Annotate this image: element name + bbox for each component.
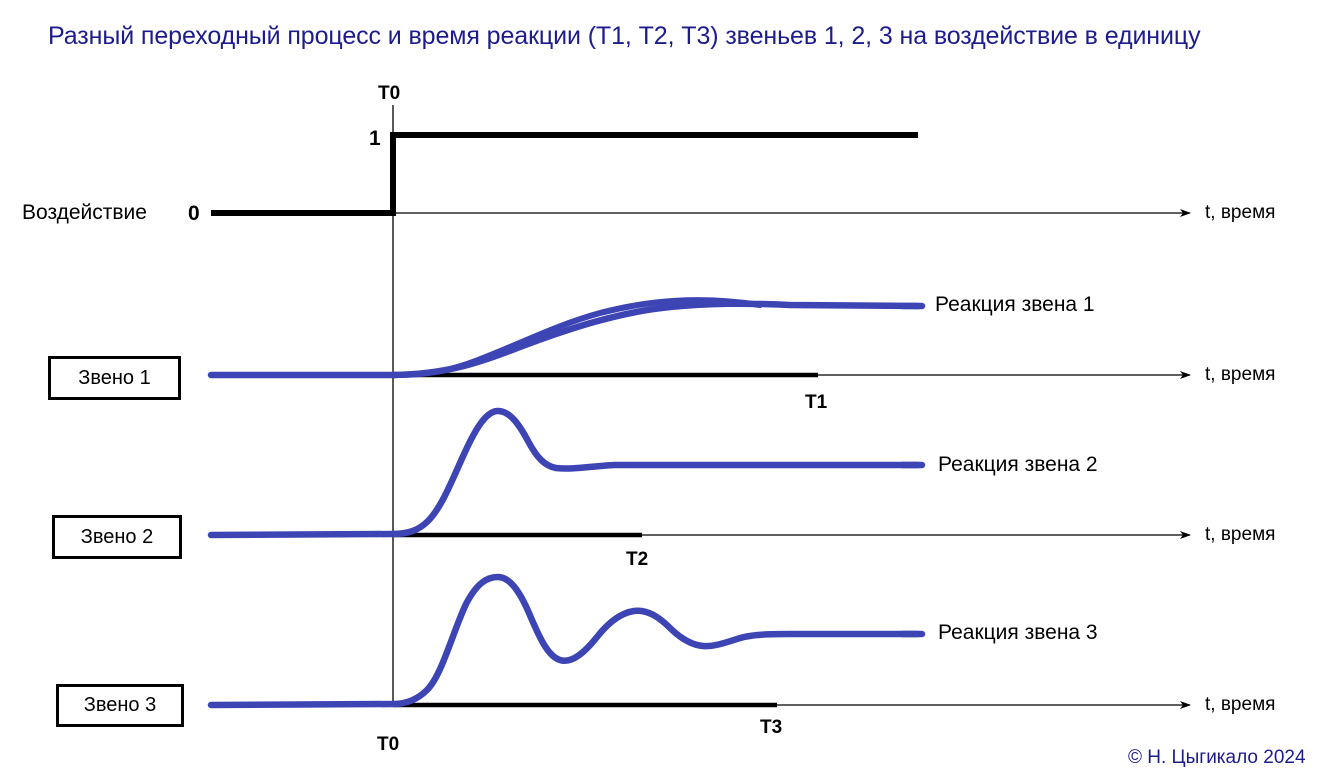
row2-curve-label: Реакция звена 2: [938, 453, 1098, 476]
input-series-label: Воздействие: [22, 201, 147, 224]
copyright-label: © Н. Цыгикало 2024: [1128, 747, 1306, 768]
row1-t1-label: T1: [805, 392, 828, 413]
plot-vector-layer: [207, 105, 1191, 709]
input-step-curve: [211, 132, 918, 216]
diagram-canvas: Разный переходный процесс и время реакци…: [0, 0, 1341, 774]
row2-axis-label: t, время: [1205, 524, 1276, 545]
t0-top-label: T0: [378, 83, 401, 104]
t0-bottom-label: T0: [377, 734, 400, 755]
row2-t2-label: T2: [626, 549, 649, 570]
input-axis-label: t, время: [1205, 202, 1276, 223]
block-box-zveno-2-label: Звено 2: [80, 525, 154, 548]
row1-response-curve-rise: [208, 297, 763, 378]
input-level-low-label: 0: [188, 202, 200, 225]
row3-curve-label: Реакция звена 3: [938, 621, 1098, 644]
row2-response-curve: [207, 407, 922, 539]
block-box-zveno-3[interactable]: Звено 3: [56, 684, 184, 727]
block-box-zveno-1[interactable]: Звено 1: [48, 356, 181, 400]
row1-axis-label: t, время: [1205, 364, 1276, 385]
row1-curve-label: Реакция звена 1: [935, 293, 1095, 316]
row3-t3-label: T3: [760, 717, 783, 738]
input-level-high-label: 1: [369, 127, 381, 150]
block-box-zveno-1-label: Звено 1: [78, 366, 151, 389]
block-box-zveno-3-label: Звено 3: [83, 694, 157, 716]
row3-response-curve: [207, 573, 922, 709]
row1-response-curve: [389, 300, 922, 379]
block-box-zveno-2[interactable]: Звено 2: [52, 515, 182, 559]
row3-axis-label: t, время: [1205, 694, 1276, 715]
